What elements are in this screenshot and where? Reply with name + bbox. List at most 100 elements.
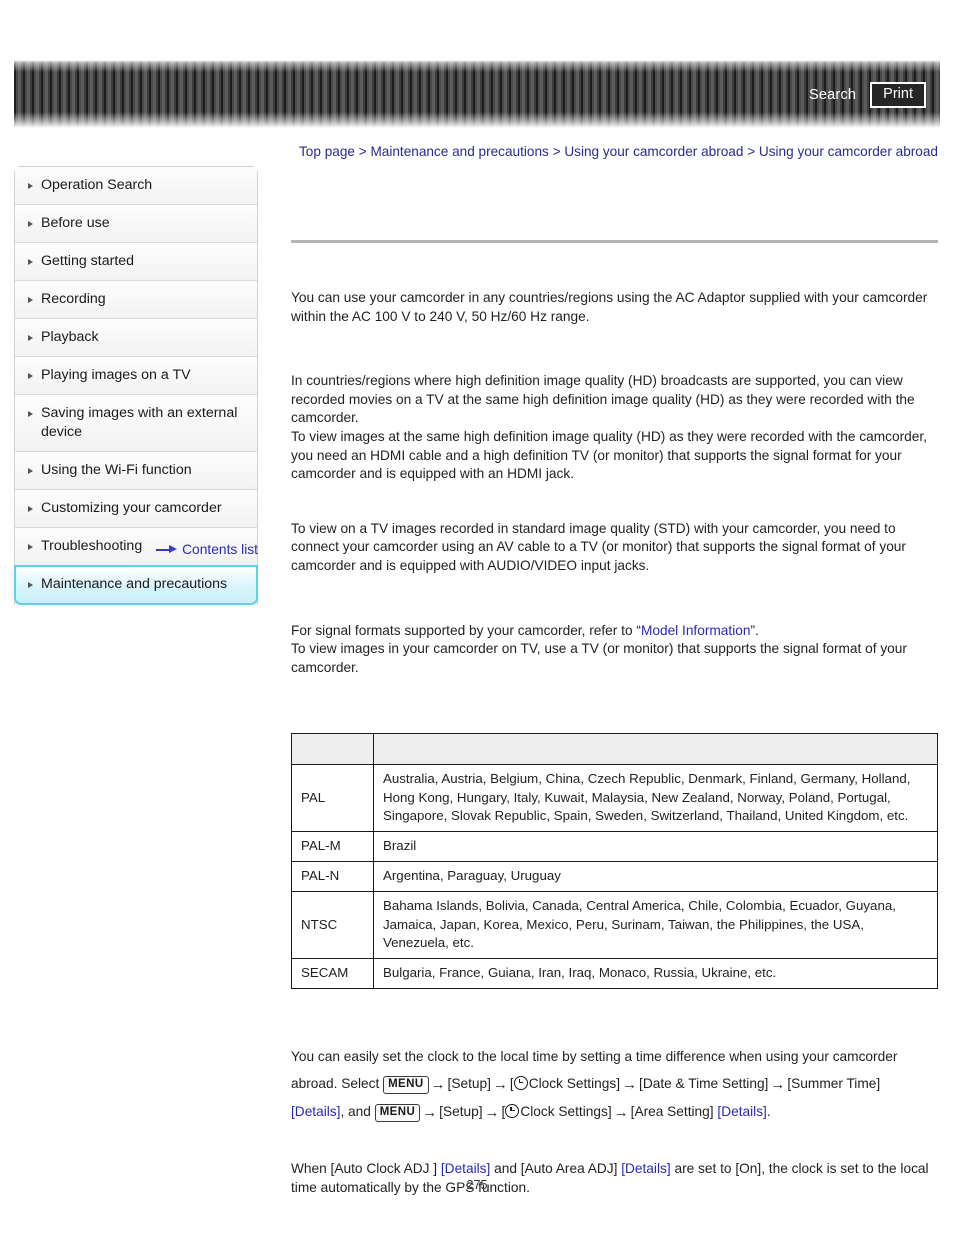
page-number: 275: [466, 1178, 488, 1192]
breadcrumb: Top page > Maintenance and precautions >…: [290, 142, 938, 161]
menu-button-icon[interactable]: MENU: [383, 1076, 429, 1095]
gps-text-2: and [Auto Area ADJ]: [490, 1161, 622, 1177]
sidebar-item-label: Getting started: [41, 253, 135, 269]
table-header-row: [291, 733, 938, 766]
menu-button-icon[interactable]: MENU: [374, 1104, 421, 1123]
paragraph-signal-formats: For signal formats supported by your cam…: [291, 622, 938, 678]
breadcrumb-separator: >: [358, 144, 367, 159]
sidebar-item-saving-images-external-device[interactable]: Saving images with an external device: [15, 395, 257, 452]
sidebar-item-label: Customizing your camcorder: [41, 500, 222, 516]
arrow-right-glyph: →: [613, 1104, 629, 1122]
table-row: PAL Australia, Austria, Belgium, China, …: [291, 764, 938, 832]
sidebar-item-label: Playback: [41, 329, 99, 345]
sidebar-item-label: Maintenance and precautions: [41, 576, 228, 592]
details-link-area-setting[interactable]: [Details]: [717, 1104, 766, 1119]
table-row: PAL-N Argentina, Paraguay, Uruguay: [291, 861, 938, 893]
sidebar-item-recording[interactable]: Recording: [15, 281, 257, 319]
table-cell-system: NTSC: [291, 891, 374, 959]
breadcrumb-separator: >: [552, 144, 561, 159]
table-cell-system: SECAM: [291, 957, 374, 990]
step-clock-settings: Clock Settings]: [528, 1076, 621, 1092]
step-summer-time: [Summer Time]: [787, 1076, 881, 1092]
sidebar-item-label: Before use: [41, 215, 110, 231]
sidebar-item-label: Operation Search: [41, 177, 153, 193]
arrow-right-glyph: →: [484, 1104, 500, 1122]
sidebar-nav: Operation Search Before use Getting star…: [14, 166, 258, 605]
breadcrumb-item-current: Using your camcorder abroad: [758, 144, 938, 159]
signal-formats-text-pre: For signal formats supported by your cam…: [291, 622, 641, 638]
triangle-bullet-icon: [28, 411, 33, 417]
arrow-right-glyph: →: [770, 1076, 786, 1094]
contents-list-link[interactable]: Contents list: [14, 542, 258, 557]
table-cell-countries: Australia, Austria, Belgium, China, Czec…: [373, 764, 938, 832]
arrow-right-glyph: →: [422, 1104, 438, 1122]
sidebar-item-playback[interactable]: Playback: [15, 319, 257, 357]
paragraph-power-requirements: You can use your camcorder in any countr…: [291, 290, 928, 324]
print-button[interactable]: Print: [870, 82, 926, 108]
arrow-right-glyph: →: [622, 1076, 638, 1094]
paragraph-clock-setting: You can easily set the clock to the loca…: [291, 1043, 938, 1126]
table-cell-system: PAL: [291, 764, 374, 832]
table-header-system: [291, 733, 374, 766]
sidebar-item-using-wifi-function[interactable]: Using the Wi-Fi function: [15, 452, 257, 490]
clock-icon: [513, 1076, 528, 1091]
step-date-time-setting: [Date & Time Setting]: [639, 1076, 769, 1092]
sidebar-item-customizing-your-camcorder[interactable]: Customizing your camcorder: [15, 490, 257, 528]
main-content: You can use your camcorder in any countr…: [291, 240, 938, 1197]
table-cell-countries: Brazil: [373, 830, 938, 863]
sidebar-item-playing-images-on-a-tv[interactable]: Playing images on a TV: [15, 357, 257, 395]
triangle-bullet-icon: [28, 183, 33, 189]
arrow-right-glyph: →: [430, 1076, 446, 1094]
table-cell-countries: Bahama Islands, Bolivia, Canada, Central…: [373, 891, 938, 959]
step-clock-settings: Clock Settings]: [520, 1104, 612, 1120]
arrow-right-icon: [156, 545, 178, 555]
arrow-right-glyph: →: [492, 1076, 508, 1094]
sidebar-item-getting-started[interactable]: Getting started: [15, 243, 257, 281]
contents-list-label: Contents list: [182, 542, 258, 557]
triangle-bullet-icon: [28, 259, 33, 265]
period: .: [766, 1104, 771, 1120]
table-row: PAL-M Brazil: [291, 830, 938, 863]
breadcrumb-item-abroad[interactable]: Using your camcorder abroad: [564, 144, 743, 159]
step-setup: [Setup]: [447, 1076, 491, 1092]
step-setup: [Setup]: [439, 1104, 483, 1120]
search-button[interactable]: Search: [809, 87, 856, 103]
sidebar-item-label: Recording: [41, 291, 106, 307]
clock-setting-conjunction: , and: [340, 1104, 375, 1120]
triangle-bullet-icon: [28, 468, 33, 474]
breadcrumb-separator: >: [747, 144, 756, 159]
breadcrumb-item-maintenance[interactable]: Maintenance and precautions: [370, 144, 548, 159]
triangle-bullet-icon: [28, 297, 33, 303]
triangle-bullet-icon: [28, 335, 33, 341]
triangle-bullet-icon: [28, 506, 33, 512]
paragraph-std-viewing: To view on a TV images recorded in stand…: [291, 520, 906, 573]
triangle-bullet-icon: [28, 221, 33, 227]
table-cell-countries: Argentina, Paraguay, Uruguay: [373, 861, 938, 893]
header-actions: Search Print: [809, 82, 926, 108]
table-cell-system: PAL-M: [291, 830, 374, 863]
triangle-bullet-icon: [28, 373, 33, 379]
sidebar-item-label: Using the Wi-Fi function: [41, 462, 192, 478]
clock-icon: [505, 1104, 520, 1119]
sidebar-item-before-use[interactable]: Before use: [15, 205, 257, 243]
details-link-auto-area-adj[interactable]: [Details]: [621, 1161, 670, 1176]
table-cell-countries: Bulgaria, France, Guiana, Iran, Iraq, Mo…: [373, 957, 938, 990]
sidebar-item-maintenance-and-precautions[interactable]: Maintenance and precautions: [14, 565, 258, 605]
triangle-bullet-icon: [28, 582, 33, 588]
details-link-auto-clock-adj[interactable]: [Details]: [441, 1161, 490, 1176]
breadcrumb-item-top-page[interactable]: Top page: [299, 144, 355, 159]
paragraph-hd-viewing: In countries/regions where high definiti…: [291, 373, 928, 482]
details-link-summer-time[interactable]: [Details]: [291, 1104, 340, 1119]
step-area-setting: [Area Setting]: [630, 1104, 714, 1120]
table-row: NTSC Bahama Islands, Bolivia, Canada, Ce…: [291, 891, 938, 959]
table-cell-system: PAL-N: [291, 861, 374, 893]
model-information-link[interactable]: Model Information: [641, 623, 751, 638]
sidebar-item-operation-search[interactable]: Operation Search: [15, 167, 257, 205]
sidebar-item-label: Playing images on a TV: [41, 367, 191, 383]
gps-text-1: When [Auto Clock ADJ ]: [291, 1161, 441, 1177]
signal-systems-table: PAL Australia, Austria, Belgium, China, …: [291, 733, 938, 990]
sidebar-item-label: Saving images with an external device: [41, 405, 238, 440]
header-banner: Search Print: [14, 60, 940, 128]
table-header-countries: [373, 733, 938, 766]
table-row: SECAM Bulgaria, France, Guiana, Iran, Ir…: [291, 957, 938, 990]
